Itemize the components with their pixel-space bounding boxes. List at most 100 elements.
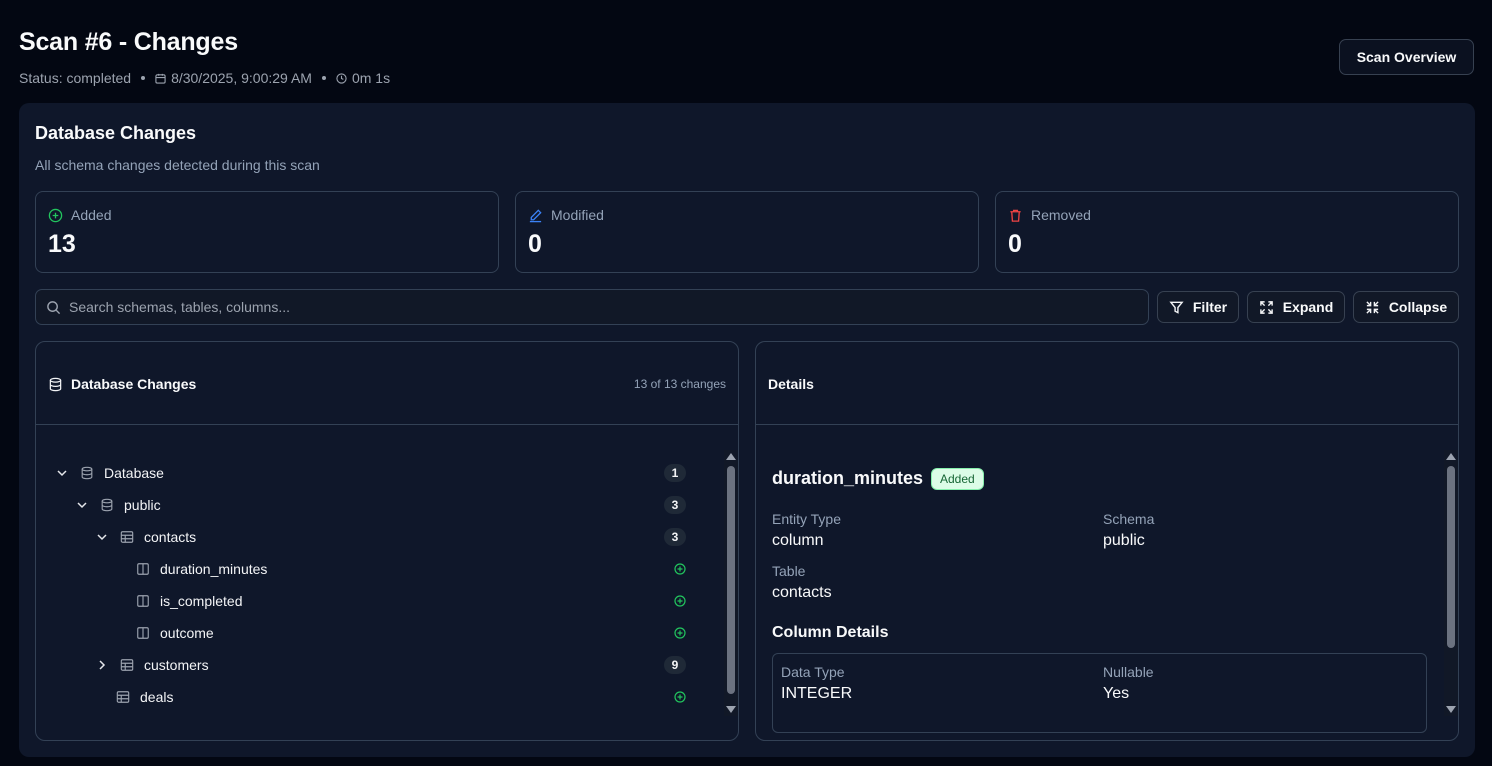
scroll-down-arrow[interactable]: [1446, 706, 1456, 713]
separator-dot: [141, 76, 146, 80]
tree-item-duration-minutes[interactable]: duration_minutes: [36, 557, 716, 581]
data-type-value: INTEGER: [781, 685, 853, 702]
scroll-up-arrow[interactable]: [1446, 453, 1456, 460]
filter-button[interactable]: Filter: [1157, 291, 1239, 323]
tree-item-label: outcome: [160, 625, 214, 641]
table-icon: [120, 659, 134, 671]
search-box[interactable]: [35, 289, 1149, 325]
collapse-icon: [1366, 300, 1379, 314]
added-icon: [674, 627, 686, 639]
database-icon: [49, 377, 62, 391]
nullable-label: Nullable: [1103, 664, 1154, 680]
table-icon: [116, 691, 130, 703]
tree-item-database[interactable]: Database 1: [36, 461, 716, 485]
change-count-badge: 9: [664, 656, 686, 674]
removed-label: Removed: [1031, 207, 1091, 223]
tree-panel-header: Database Changes 13 of 13 changes: [36, 342, 738, 425]
scan-meta: Status: completed 8/30/2025, 9:00:29 AM …: [19, 70, 1474, 86]
scroll-thumb[interactable]: [1447, 466, 1455, 648]
table-label: Table: [772, 563, 806, 579]
tree-item-label: public: [124, 497, 161, 513]
chevron-down-icon[interactable]: [95, 530, 109, 544]
scan-date: 8/30/2025, 9:00:29 AM: [171, 70, 312, 86]
change-count-badge: 3: [664, 496, 686, 514]
scan-status: Status: completed: [19, 70, 132, 86]
tree-item-is-completed[interactable]: is_completed: [36, 589, 716, 613]
scan-overview-button[interactable]: Scan Overview: [1339, 39, 1474, 75]
change-count-badge: 1: [664, 464, 686, 482]
entity-name: duration_minutes: [772, 468, 924, 488]
added-stat-card: Added 13: [35, 191, 499, 273]
added-icon: [674, 691, 686, 703]
status-badge: Added: [931, 468, 984, 490]
filter-label: Filter: [1192, 299, 1228, 315]
schema-icon: [101, 498, 113, 512]
data-type-label: Data Type: [781, 664, 845, 680]
modified-stat-card: Modified 0: [515, 191, 979, 273]
tree-panel-title: Database Changes: [71, 376, 197, 392]
plus-circle-icon: [48, 208, 63, 222]
modified-label: Modified: [551, 207, 604, 223]
modified-count: 0: [528, 230, 542, 258]
entity-type-value: column: [772, 532, 824, 549]
tree-item-label: is_completed: [160, 593, 243, 609]
pencil-icon: [529, 208, 542, 222]
search-icon: [47, 300, 61, 314]
details-panel-header: Details: [756, 342, 1458, 425]
table-icon: [120, 531, 134, 543]
nullable-value: Yes: [1103, 685, 1130, 702]
scroll-down-arrow[interactable]: [726, 706, 736, 713]
collapse-button[interactable]: Collapse: [1353, 291, 1459, 323]
scan-duration: 0m 1s: [351, 70, 391, 86]
tree-scrollbar[interactable]: [724, 450, 738, 716]
column-icon: [137, 595, 149, 607]
clock-icon: [336, 72, 347, 84]
tree-item-label: duration_minutes: [160, 561, 268, 577]
expand-button[interactable]: Expand: [1247, 291, 1345, 323]
calendar-icon: [155, 73, 166, 84]
expand-icon: [1259, 300, 1273, 314]
removed-stat-card: Removed 0: [995, 191, 1459, 273]
separator-dot: [321, 76, 326, 80]
added-icon: [674, 563, 686, 575]
removed-count: 0: [1008, 230, 1022, 258]
chevron-right-icon[interactable]: [95, 658, 109, 672]
table-value: contacts: [772, 584, 832, 601]
added-label: Added: [71, 207, 112, 223]
tree-item-label: deals: [140, 689, 174, 705]
column-icon: [137, 627, 149, 639]
filter-icon: [1169, 301, 1184, 314]
column-details-box: Data Type INTEGER Nullable Yes: [772, 653, 1427, 733]
schema-label: Schema: [1103, 511, 1155, 527]
tree-item-label: Database: [104, 465, 164, 481]
tree-item-label: contacts: [144, 529, 197, 545]
tree-item-outcome[interactable]: outcome: [36, 621, 716, 645]
scroll-thumb[interactable]: [727, 466, 735, 694]
details-panel: Details duration_minutes Added Entity Ty…: [755, 341, 1459, 741]
added-count: 13: [48, 230, 76, 258]
trash-icon: [1010, 209, 1021, 222]
tree-item-public[interactable]: public 3: [36, 493, 716, 517]
details-panel-title: Details: [768, 376, 814, 392]
entity-type-label: Entity Type: [772, 511, 842, 527]
database-changes-card: Database Changes All schema changes dete…: [19, 103, 1475, 757]
tree-item-customers[interactable]: customers 9: [36, 653, 716, 677]
tree-item-deals[interactable]: deals: [36, 685, 716, 709]
schema-value: public: [1103, 532, 1145, 549]
card-subtitle: All schema changes detected during this …: [35, 157, 320, 173]
search-input[interactable]: [69, 299, 1119, 315]
tree-item-contacts[interactable]: contacts 3: [36, 525, 716, 549]
change-count-badge: 3: [664, 528, 686, 546]
database-icon: [81, 466, 93, 480]
page-title: Scan #6 - Changes: [19, 28, 238, 56]
chevron-down-icon[interactable]: [75, 498, 89, 512]
column-details-title: Column Details: [772, 624, 889, 641]
details-scrollbar[interactable]: [1444, 450, 1458, 716]
chevron-down-icon[interactable]: [55, 466, 69, 480]
tree-item-label: customers: [144, 657, 209, 673]
scroll-up-arrow[interactable]: [726, 453, 736, 460]
column-icon: [137, 563, 149, 575]
card-title: Database Changes: [35, 123, 197, 143]
collapse-label: Collapse: [1388, 299, 1448, 315]
changes-count: 13 of 13 changes: [633, 377, 726, 391]
